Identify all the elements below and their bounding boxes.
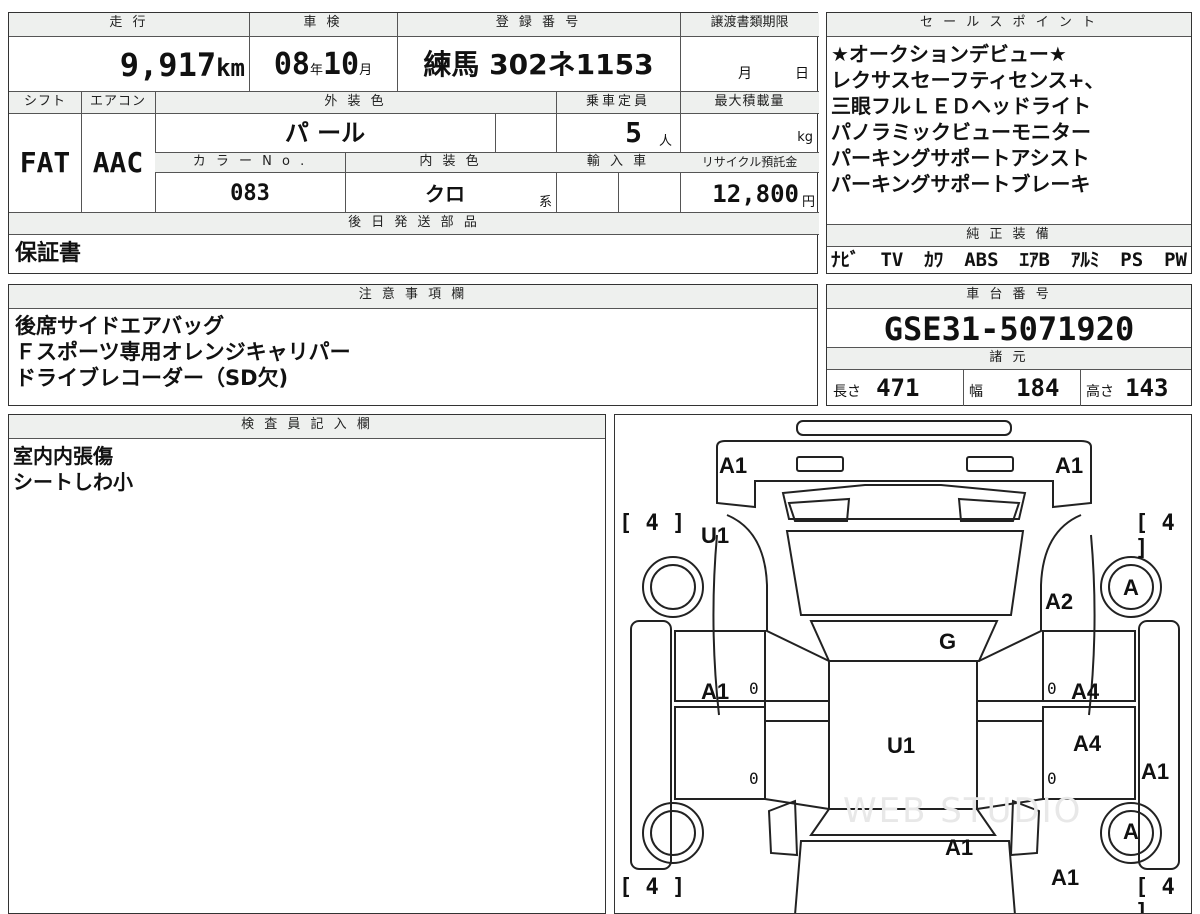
shift-value: FAT (19, 146, 71, 179)
zero-mark: 0 (749, 679, 759, 698)
max-load-value: kg (797, 130, 813, 145)
shift-label: シフト (9, 92, 81, 114)
damage-mark: A1 (945, 835, 974, 860)
equipment-item: ｴｱB (1019, 249, 1050, 271)
equipment-list: ﾅﾋﾞ TV ｶﾜ ABS ｴｱB ｱﾙﾐ PS PW (831, 247, 1187, 273)
damage-mark: A1 (1051, 865, 1080, 890)
sales-point-line: パーキングサポートアシスト (831, 146, 1090, 170)
tread-depth-front-left: [ 4 ] (619, 511, 686, 536)
note-line: Ｆスポーツ専用オレンジキャリパー (15, 340, 351, 364)
damage-mark: U1 (701, 523, 730, 548)
equipment-item: ｶﾜ (924, 249, 944, 271)
aircon-value: AAC (92, 146, 144, 179)
capacity-value: 5 人 (625, 116, 672, 149)
inspector-line: 室内内張傷 (13, 444, 113, 468)
inspector-label: 検 査 員 記 入 欄 (9, 415, 605, 439)
equipment-item: ABS (964, 249, 999, 271)
damage-mark: A1 (719, 453, 748, 478)
color-no-value: 083 (230, 181, 270, 206)
damage-mark: G (939, 629, 957, 654)
spec-length: 長さ 471 (833, 374, 920, 402)
equipment-item: TV (880, 249, 904, 271)
note-line: 後席サイドエアバッグ (15, 314, 225, 338)
sales-points-panel: セ ー ル ス ポ イ ン ト ★オークションデビュー★ レクサスセーフティセン… (826, 12, 1192, 274)
max-load-label: 最大積載量 (680, 92, 819, 114)
tread-depth-rear-left: [ 4 ] (619, 875, 686, 900)
sales-point-line: レクサスセーフティセンス+、 (831, 68, 1105, 92)
watermark: WEB STUDIO (843, 791, 1083, 831)
note-line: ドライブレコーダー（SD欠) (15, 366, 289, 390)
sales-point-line: パノラミックビューモニター (831, 120, 1091, 144)
spec-height: 高さ 143 (1086, 374, 1169, 402)
inspector-panel: 検 査 員 記 入 欄 室内内張傷 シートしわ小 (8, 414, 606, 914)
damage-mark: A4 (1071, 679, 1100, 704)
inspection-value: 08年10月 (273, 47, 373, 82)
inspector-list: 室内内張傷 シートしわ小 (13, 443, 133, 495)
tread-depth-front-right: [ 4 ] (1135, 511, 1175, 561)
zero-mark: 0 (1047, 769, 1057, 788)
interior-color-label: 内 装 色 (345, 153, 556, 173)
exterior-color-label: 外 装 色 (155, 92, 556, 114)
damage-mark: A2 (1045, 589, 1074, 614)
capacity-label: 乗車定員 (556, 92, 680, 114)
later-parts-label: 後 日 発 送 部 品 (9, 213, 819, 235)
transfer-deadline-label: 譲渡書類期限 (680, 13, 819, 37)
registration-label: 登 録 番 号 (397, 13, 680, 37)
equipment-label: 純 正 装 備 (827, 225, 1191, 247)
damage-mark: A (1123, 575, 1139, 600)
sales-point-line: 三眼フルＬＥＤヘッドライト (831, 94, 1091, 118)
spec-label: 諸 元 (827, 348, 1191, 370)
sales-point-line: パーキングサポートブレーキ (831, 172, 1091, 196)
later-parts-value: 保証書 (15, 241, 82, 266)
car-outline (630, 420, 1180, 913)
equipment-item: PW (1164, 249, 1187, 271)
damage-mark: A1 (1055, 453, 1084, 478)
car-diagram-panel: WEB STUDIO [ 4 ] [ 4 ] [ 4 ] [ 4 ] A1 A1… (614, 414, 1192, 914)
import-label: 輸 入 車 (556, 153, 680, 173)
vehicle-info-panel: 走 行 車 検 登 録 番 号 譲渡書類期限 9,917km 08年10月 練馬… (8, 12, 819, 274)
sales-points-label: セ ー ル ス ポ イ ン ト (827, 13, 1191, 37)
tread-depth-rear-right: [ 4 ] (1135, 875, 1175, 914)
zero-mark: 0 (749, 769, 759, 788)
damage-mark: A1 (1141, 759, 1170, 784)
inspection-label: 車 検 (249, 13, 397, 37)
zero-mark: 0 (1047, 679, 1057, 698)
interior-color-value: クロ 系 (425, 182, 552, 210)
exterior-color-value: パ ール (284, 119, 366, 147)
damage-mark: A1 (701, 679, 730, 704)
mileage-label: 走 行 (9, 13, 249, 37)
equipment-item: ﾅﾋﾞ (831, 249, 860, 271)
damage-mark: U1 (887, 733, 916, 758)
equipment-item: ｱﾙﾐ (1070, 249, 1100, 271)
sales-points-list: ★オークションデビュー★ レクサスセーフティセンス+、 三眼フルＬＥＤヘッドライ… (831, 41, 1187, 197)
chassis-panel: 車 台 番 号 GSE31-5071920 諸 元 長さ 471 幅 184 高… (826, 284, 1192, 406)
chassis-number: GSE31-5071920 (883, 310, 1135, 348)
registration-value: 練馬 302ネ1153 (423, 48, 654, 81)
notes-panel: 注 意 事 項 欄 後席サイドエアバッグ Ｆスポーツ専用オレンジキャリパー ドラ… (8, 284, 818, 406)
damage-mark: A4 (1073, 731, 1102, 756)
equipment-item: PS (1120, 249, 1144, 271)
sales-point-line: ★オークションデビュー★ (831, 42, 1067, 66)
color-no-label: カ ラ ー N o . (155, 153, 345, 173)
chassis-label: 車 台 番 号 (827, 285, 1191, 309)
transfer-deadline-value: 月 日 (738, 66, 809, 82)
recycle-value: 12,800 円 (712, 180, 815, 210)
recycle-label: リサイクル預託金 (680, 153, 819, 173)
notes-list: 後席サイドエアバッグ Ｆスポーツ専用オレンジキャリパー ドライブレコーダー（SD… (15, 313, 351, 391)
damage-mark: A (1123, 819, 1139, 844)
inspector-line: シートしわ小 (13, 470, 133, 494)
aircon-label: エアコン (81, 92, 155, 114)
mileage-value: 9,917km (119, 46, 245, 84)
notes-label: 注 意 事 項 欄 (9, 285, 817, 309)
spec-width: 幅 184 (969, 374, 1060, 402)
